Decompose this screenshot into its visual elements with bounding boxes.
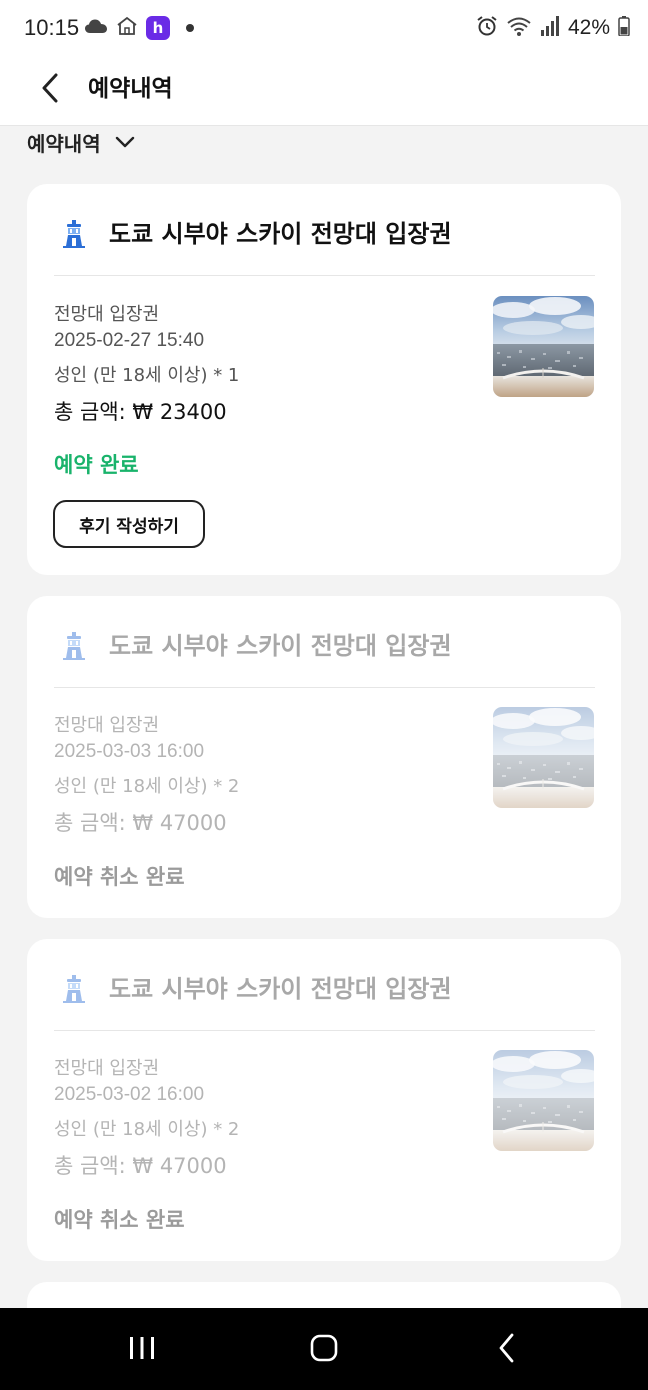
alarm-icon — [476, 15, 498, 41]
page-title: 예약내역 — [88, 76, 173, 102]
app-header: 예약내역 — [0, 58, 648, 126]
total-price: 총 금액: ₩ 47000 — [54, 1154, 227, 1178]
home-nav-button[interactable] — [294, 1328, 354, 1372]
reservation-filter-dropdown[interactable]: 예약내역 — [27, 128, 135, 156]
back-nav-button[interactable] — [476, 1328, 536, 1372]
status-left-icons: h — [84, 16, 194, 40]
wifi-icon — [506, 15, 532, 41]
divider — [54, 687, 595, 688]
status-label: 예약 취소 완료 — [54, 1208, 185, 1232]
divider — [54, 1030, 595, 1031]
status-bar: 10:15 h 42% — [0, 0, 648, 58]
card-title-row: 도쿄 시부야 스카이 전망대 입장권 — [27, 596, 621, 688]
status-right-icons: 42% — [476, 15, 630, 41]
status-label: 예약 완료 — [54, 453, 139, 477]
total-price: 총 금액: ₩ 23400 — [54, 400, 227, 424]
people-count: 성인 (만 18세 이상) * 2 — [54, 1119, 240, 1140]
ticket-type: 전망대 입장권 — [54, 1058, 160, 1079]
observatory-tower-icon — [63, 975, 85, 1003]
observatory-tower-icon — [63, 632, 85, 660]
notification-dot-icon — [186, 24, 194, 32]
reservation-card[interactable]: 도쿄 시부야 스카이 전망대 입장권 전망대 입장권 2025-02-27 15… — [27, 184, 621, 575]
divider — [54, 275, 595, 276]
reservation-title: 도쿄 시부야 스카이 전망대 입장권 — [109, 975, 452, 1003]
reservation-thumbnail — [493, 296, 594, 397]
total-price: 총 금액: ₩ 47000 — [54, 811, 227, 835]
people-count: 성인 (만 18세 이상) * 2 — [54, 776, 240, 797]
battery-percent: 42% — [567, 16, 610, 39]
home-icon — [116, 16, 138, 40]
back-nav-icon — [497, 1333, 515, 1367]
back-button[interactable] — [30, 68, 70, 112]
app-badge-icon: h — [146, 16, 170, 40]
write-review-button[interactable]: 후기 작성하기 — [53, 500, 205, 548]
ticket-type: 전망대 입장권 — [54, 304, 160, 325]
system-nav-bar — [0, 1308, 648, 1390]
reservation-datetime: 2025-03-03 16:00 — [54, 741, 205, 762]
battery-icon — [618, 16, 630, 40]
card-title-row: 도쿄 시부야 스카이 전망대 입장권 — [27, 184, 621, 276]
reservation-thumbnail — [493, 1050, 594, 1151]
observatory-tower-icon — [63, 220, 85, 248]
reservation-title: 도쿄 시부야 스카이 전망대 입장권 — [109, 220, 452, 248]
ticket-type: 전망대 입장권 — [54, 715, 160, 736]
reservation-datetime: 2025-02-27 15:40 — [54, 330, 205, 351]
reservation-card[interactable]: 도쿄 시부야 스카이 전망대 입장권 전망대 입장권 2025-03-03 16… — [27, 596, 621, 918]
signal-icon — [540, 16, 560, 40]
card-title-row: 도쿄 시부야 스카이 전망대 입장권 — [27, 939, 621, 1031]
status-label: 예약 취소 완료 — [54, 865, 185, 889]
reservation-thumbnail — [493, 707, 594, 808]
reservation-datetime: 2025-03-02 16:00 — [54, 1084, 205, 1105]
cloud-icon — [84, 18, 108, 38]
reservation-card[interactable]: 도쿄 시부야 스카이 전망대 입장권 전망대 입장권 2025-03-02 16… — [27, 939, 621, 1261]
chevron-down-icon — [115, 133, 135, 152]
people-count: 성인 (만 18세 이상) * 1 — [54, 365, 240, 386]
reservation-title: 도쿄 시부야 스카이 전망대 입장권 — [109, 632, 452, 660]
recent-apps-icon — [128, 1335, 156, 1365]
status-time: 10:15 — [24, 15, 80, 40]
home-button-icon — [310, 1334, 338, 1366]
recent-apps-button[interactable] — [112, 1328, 172, 1372]
filter-label: 예약내역 — [27, 131, 101, 156]
chevron-left-icon — [41, 73, 59, 107]
